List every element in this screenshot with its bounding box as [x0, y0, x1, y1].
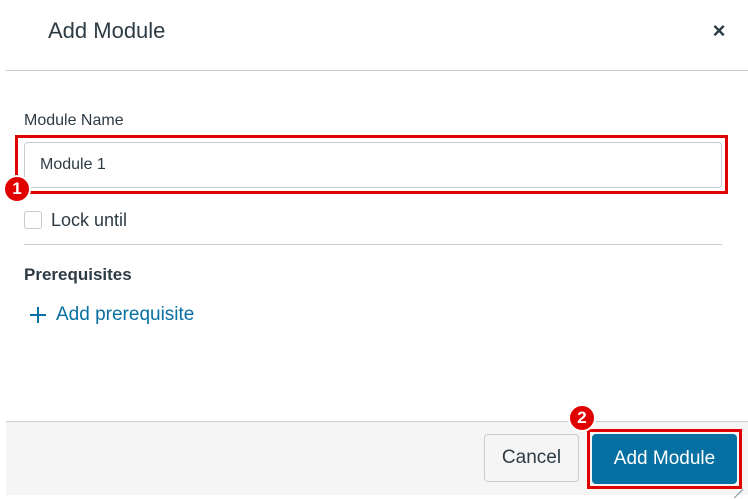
close-icon[interactable]: ×	[706, 16, 732, 46]
dialog-title: Add Module	[48, 18, 166, 43]
lock-until-row[interactable]: Lock until	[24, 207, 127, 233]
callout-badge-2: 2	[568, 404, 596, 432]
dialog-header: Add Module ×	[6, 0, 748, 71]
lock-until-label[interactable]: Lock until	[51, 210, 127, 231]
module-name-label: Module Name	[24, 112, 124, 129]
cancel-button[interactable]: Cancel	[484, 434, 579, 482]
add-module-button[interactable]: Add Module	[592, 434, 737, 484]
add-prerequisite-link[interactable]: Add prerequisite	[30, 304, 194, 326]
module-name-input[interactable]	[24, 142, 722, 188]
lock-until-checkbox[interactable]	[24, 211, 42, 229]
add-module-dialog: Add Module × Module Name 1 Lock until Pr…	[0, 0, 748, 495]
plus-icon	[30, 307, 46, 323]
add-prerequisite-label[interactable]: Add prerequisite	[56, 304, 194, 326]
prerequisites-heading: Prerequisites	[24, 265, 132, 284]
section-divider	[24, 244, 722, 245]
callout-badge-1: 1	[3, 175, 31, 203]
resize-grip-icon[interactable]	[731, 478, 745, 492]
